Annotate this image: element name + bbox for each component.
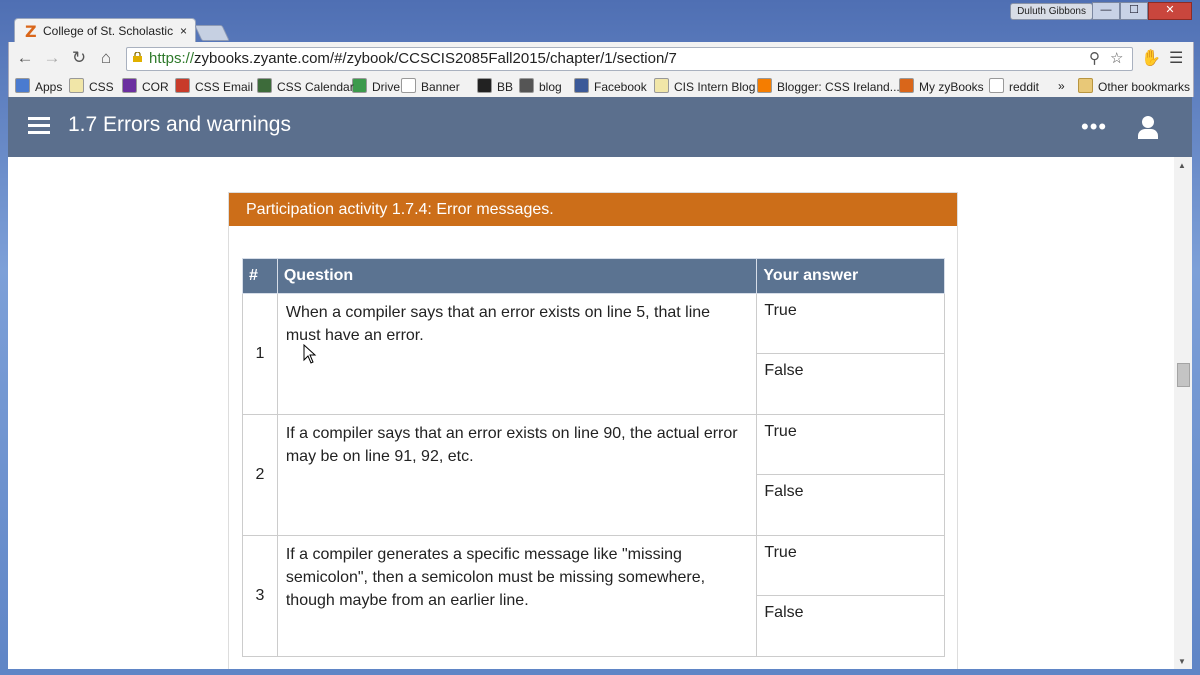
bookmark-reddit[interactable]: reddit [989,78,1039,94]
bookmark-favicon-icon [15,78,30,93]
bookmark-bb[interactable]: BB [477,78,513,94]
activity-header: Participation activity 1.7.4: Error mess… [229,193,957,226]
bookmark-favicon-icon [401,78,416,93]
bookmark-favicon-icon [122,78,137,93]
folder-icon [1078,78,1093,93]
tab-close-icon[interactable]: × [180,19,187,43]
user-account-icon[interactable] [1137,115,1159,139]
answer-option-false[interactable]: False [757,354,944,414]
bookmark-favicon-icon [352,78,367,93]
bookmark-css-calendar[interactable]: CSS Calendar [257,78,354,94]
bookmark-css[interactable]: CSS [69,78,114,94]
bookmark-favicon-icon [654,78,669,93]
bookmark-favicon-icon [574,78,589,93]
bookmark-favicon-icon [69,78,84,93]
hamburger-menu-icon[interactable] [28,117,50,135]
bookmark-favicon-icon [757,78,772,93]
bookmark-cis-intern-blog[interactable]: CIS Intern Blog [654,78,755,94]
bookmark-star-icon[interactable]: ☆ [1110,49,1123,67]
bookmark-facebook[interactable]: Facebook [574,78,647,94]
browser-toolbar: ← → ↻ ⌂ https://zybooks.zyante.com/#/zyb… [8,42,1194,75]
tab-title: College of St. Scholastica [43,24,173,38]
answer-option-false[interactable]: False [757,475,944,535]
question-text: If a compiler says that an error exists … [276,414,758,536]
zoom-icon[interactable]: ⚲ [1089,49,1100,67]
extension-icon[interactable]: ✋ [1141,48,1161,68]
zybooks-favicon-icon: Z [25,22,37,41]
bookmark-css-email[interactable]: CSS Email [175,78,253,94]
bookmark-apps[interactable]: Apps [15,78,62,94]
bookmark-drive[interactable]: Drive [352,78,400,94]
column-header-question: Question [276,258,758,294]
question-text: When a compiler says that an error exist… [276,293,758,415]
vertical-scrollbar[interactable]: ▲ ▼ [1174,157,1192,669]
bookmarks-bar: reddit My zyBooks Blogger: CSS Ireland... C… [8,75,1194,97]
answer-option-true[interactable]: True [757,536,944,596]
browser-window: Duluth Gibbons — ☐ ✕ Z College of St. Sc… [0,0,1200,675]
bookmark-banner[interactable]: Banner [401,78,460,94]
answer-options: True False [756,535,945,657]
participation-activity: Participation activity 1.7.4: Error mess… [228,192,958,669]
bookmark-my-zybooks[interactable]: My zyBooks [899,78,984,94]
browser-tab[interactable]: Z College of St. Scholastica × [14,18,196,43]
back-arrow-icon[interactable]: ← [15,48,35,68]
answer-option-false[interactable]: False [757,596,944,656]
reload-icon[interactable]: ↻ [69,48,89,68]
home-icon[interactable]: ⌂ [96,48,116,68]
answer-option-true[interactable]: True [757,294,944,354]
main-content: Participation activity 1.7.4: Error mess… [8,157,1174,669]
url-text: https://zybooks.zyante.com/#/zybook/CCSC… [149,50,677,67]
scroll-down-arrow-icon[interactable]: ▼ [1178,657,1186,666]
answer-options: True False [756,414,945,536]
other-bookmarks[interactable]: Other bookmarks [1078,78,1190,94]
question-number: 1 [242,293,278,415]
lock-icon [133,52,142,62]
maximize-button[interactable]: ☐ [1120,2,1148,20]
question-text: If a compiler generates a specific messa… [276,535,758,657]
bookmark-blog[interactable]: blog [519,78,562,94]
answer-option-true[interactable]: True [757,415,944,475]
address-bar[interactable]: https://zybooks.zyante.com/#/zybook/CCSC… [126,47,1133,71]
bookmark-favicon-icon [519,78,534,93]
new-tab-button[interactable] [194,25,230,41]
question-number: 2 [242,414,278,536]
bookmark-favicon-icon [175,78,190,93]
more-options-icon[interactable]: ••• [1081,114,1107,140]
bookmarks-overflow[interactable]: » [1058,78,1065,94]
bookmark-blogger-css-ireland[interactable]: Blogger: CSS Ireland... [757,78,900,94]
activity-title: Participation activity 1.7.4: Error mess… [246,201,554,218]
window-controls: — ☐ ✕ [1092,2,1192,20]
question-number: 3 [242,535,278,657]
answer-options: True False [756,293,945,415]
column-header-answer: Your answer [756,258,945,294]
app-header: 1.7 Errors and warnings ••• [8,97,1192,157]
question-row: 1 When a compiler says that an error exis… [242,293,945,415]
bookmark-favicon-icon [477,78,492,93]
scrollbar-thumb[interactable] [1177,363,1190,387]
question-row: 2 If a compiler says that an error exists… [242,414,945,536]
bookmark-cor[interactable]: COR [122,78,169,94]
bookmark-favicon-icon [989,78,1004,93]
question-row: 3 If a compiler generates a specific mess… [242,535,945,657]
profile-badge[interactable]: Duluth Gibbons [1010,3,1093,20]
column-header-number: # [242,258,278,294]
mouse-cursor-icon [303,344,317,364]
close-window-button[interactable]: ✕ [1148,2,1192,20]
forward-arrow-icon[interactable]: → [42,48,62,68]
question-table: # Question Your answer 1 When a compiler … [242,258,945,657]
menu-icon[interactable]: ☰ [1169,48,1183,68]
page-title: 1.7 Errors and warnings [68,113,291,136]
minimize-button[interactable]: — [1092,2,1120,20]
bookmark-favicon-icon [899,78,914,93]
bookmark-favicon-icon [257,78,272,93]
scroll-up-arrow-icon[interactable]: ▲ [1178,161,1186,170]
